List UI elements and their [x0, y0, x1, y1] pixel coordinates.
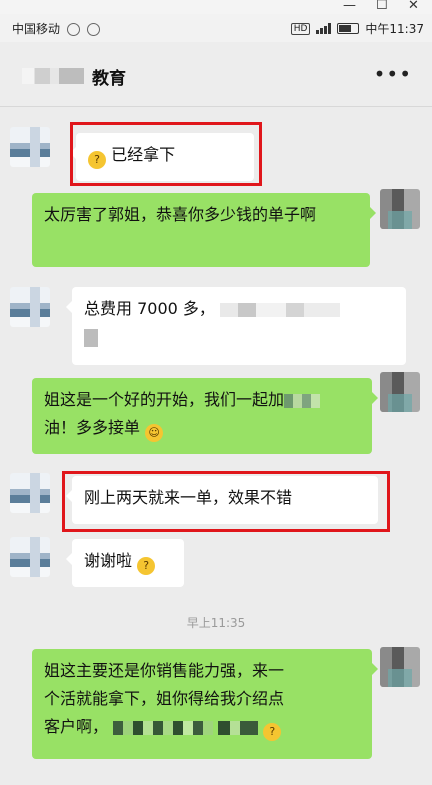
status-time: 中午11:37 [365, 22, 424, 36]
avatar[interactable] [380, 372, 420, 412]
blurred-text [220, 302, 340, 317]
avatar[interactable] [10, 473, 50, 513]
blurred-text [284, 393, 321, 408]
message-bubble[interactable]: 谢谢啦 ? [66, 539, 184, 587]
message-bubble[interactable]: 太厉害了郭姐，恭喜你多少钱的单子啊 [32, 193, 376, 267]
thinking-emoji-icon: ? [263, 723, 282, 741]
avatar[interactable] [10, 127, 50, 167]
carrier-label: 中国移动 [12, 22, 61, 36]
minimize-button[interactable]: — [343, 0, 356, 13]
message-timestamp: 早上11:35 [186, 616, 246, 630]
sync-icon [86, 23, 100, 36]
blurred-text [218, 720, 259, 735]
status-bar: 中国移动 HD 中午11:37 [0, 14, 432, 42]
message-bubble[interactable]: 姐这主要还是你销售能力强，来一 个活就能拿下，姐你得给我介绍点 客户啊， ? [32, 649, 378, 759]
avatar[interactable] [380, 647, 420, 687]
window-title-bar: — ☐ ✕ [0, 0, 432, 14]
maximize-button[interactable]: ☐ [376, 0, 388, 13]
signal-icon [316, 23, 332, 34]
blurred-contact-name [22, 68, 84, 84]
chat-title: 教育 [92, 69, 126, 89]
thinking-emoji-icon: ? [137, 557, 156, 575]
close-button[interactable]: ✕ [408, 0, 419, 13]
highlight-box [70, 122, 262, 186]
notification-icon [66, 23, 80, 36]
blurred-text [113, 720, 214, 735]
more-dots-icon[interactable]: ••• [374, 62, 412, 86]
highlight-box [62, 471, 390, 532]
battery-icon [337, 23, 360, 34]
chat-area[interactable]: ? 已经拿下 太厉害了郭姐，恭喜你多少钱的单子啊 总费用 7000 多， 姐这是… [0, 107, 432, 785]
message-bubble[interactable]: 姐这是一个好的开始，我们一起加 油！多多接单 ☺ [32, 378, 378, 454]
message-bubble[interactable]: 总费用 7000 多， [66, 287, 406, 365]
blurred-text [84, 328, 98, 347]
avatar[interactable] [10, 537, 50, 577]
avatar[interactable] [10, 287, 50, 327]
hd-badge: HD [290, 22, 311, 35]
chat-header: 教育 ••• [0, 42, 432, 107]
avatar[interactable] [380, 189, 420, 229]
grin-emoji-icon: ☺ [145, 424, 164, 442]
